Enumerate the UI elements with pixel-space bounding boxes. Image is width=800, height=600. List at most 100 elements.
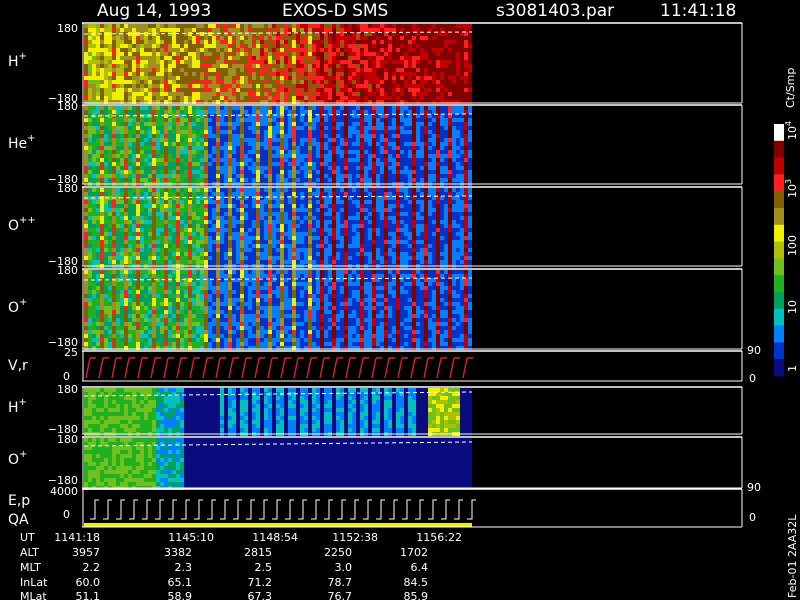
spec-cell <box>408 76 412 80</box>
spec-cell <box>384 28 388 32</box>
spec-cell <box>268 154 272 158</box>
spec-cell <box>88 92 92 96</box>
spec-cell <box>288 208 292 212</box>
spec-cell <box>344 146 348 150</box>
spec-cell <box>468 28 472 32</box>
spec-cell <box>308 92 312 96</box>
spec-cell <box>328 84 332 88</box>
spec-cell <box>156 216 160 220</box>
spec-cell <box>224 106 228 110</box>
spec-cell <box>268 178 272 182</box>
spec-cell <box>196 236 200 240</box>
spec-cell <box>432 80 436 84</box>
spec-cell <box>192 252 196 256</box>
spec-cell <box>284 260 288 264</box>
spec-cell <box>220 200 224 204</box>
spec-cell <box>404 118 408 122</box>
spec-cell <box>256 126 260 130</box>
spec-cell <box>296 142 300 146</box>
spec-cell <box>408 36 412 40</box>
spec-cell <box>120 200 124 204</box>
spec-cell <box>412 44 416 48</box>
spec-cell <box>120 76 124 80</box>
spec-cell <box>372 80 376 84</box>
spec-cell <box>172 48 176 52</box>
spec-cell <box>88 204 92 208</box>
spec-cell <box>96 146 100 150</box>
spec-cell <box>184 44 188 48</box>
spec-cell <box>324 178 328 182</box>
spec-cell <box>448 134 452 138</box>
spec-cell <box>332 130 336 134</box>
spec-cell <box>104 106 108 110</box>
spec-cell <box>220 106 224 110</box>
spec-cell <box>336 146 340 150</box>
spec-cell <box>444 142 448 146</box>
spec-cell <box>276 166 280 170</box>
spec-cell <box>128 110 132 114</box>
spec-cell <box>464 110 468 114</box>
spec-cell <box>264 142 268 146</box>
spec-cell <box>108 142 112 146</box>
spec-cell <box>116 48 120 52</box>
spec-cell <box>304 200 308 204</box>
spec-cell <box>288 138 292 142</box>
spec-cell <box>244 248 248 252</box>
spec-cell <box>396 146 400 150</box>
spec-cell <box>268 174 272 178</box>
spec-cell <box>100 256 104 260</box>
spec-cell <box>200 76 204 80</box>
spec-cell <box>228 244 232 248</box>
spec-cell <box>184 232 188 236</box>
spec-cell <box>220 244 224 248</box>
spec-cell <box>356 40 360 44</box>
spec-cell <box>132 88 136 92</box>
spec-cell <box>212 110 216 114</box>
spec-cell <box>356 126 360 130</box>
spec-cell <box>88 236 92 240</box>
spec-cell <box>168 134 172 138</box>
spec-cell <box>364 118 368 122</box>
spec-cell <box>116 44 120 48</box>
spec-cell <box>88 110 92 114</box>
spec-cell <box>268 24 272 28</box>
spec-cell <box>216 48 220 52</box>
spec-cell <box>312 92 316 96</box>
spec-cell <box>388 170 392 174</box>
spec-cell <box>232 204 236 208</box>
spec-cell <box>312 52 316 56</box>
spec-cell <box>148 236 152 240</box>
spec-cell <box>276 232 280 236</box>
spec-cell <box>240 260 244 264</box>
spec-cell <box>188 236 192 240</box>
spec-cell <box>88 134 92 138</box>
spec-cell <box>364 60 368 64</box>
spec-cell <box>420 118 424 122</box>
spec-cell <box>152 188 156 192</box>
spec-cell <box>120 130 124 134</box>
spec-cell <box>456 178 460 182</box>
spec-cell <box>252 76 256 80</box>
spec-cell <box>96 260 100 264</box>
spec-cell <box>388 64 392 68</box>
spec-cell <box>288 236 292 240</box>
spec-cell <box>404 150 408 154</box>
spec-cell <box>92 252 96 256</box>
spec-cell <box>428 36 432 40</box>
spec-cell <box>108 68 112 72</box>
spec-cell <box>360 88 364 92</box>
spec-cell <box>284 220 288 224</box>
spec-cell <box>220 32 224 36</box>
spec-cell <box>172 248 176 252</box>
spec-cell <box>184 92 188 96</box>
spec-cell <box>288 142 292 146</box>
spec-cell <box>140 188 144 192</box>
spec-cell <box>124 240 128 244</box>
spec-cell <box>260 28 264 32</box>
spec-cell <box>360 150 364 154</box>
spec-cell <box>96 40 100 44</box>
spec-cell <box>372 146 376 150</box>
spec-cell <box>108 96 112 100</box>
spec-cell <box>180 196 184 200</box>
spec-cell <box>396 118 400 122</box>
